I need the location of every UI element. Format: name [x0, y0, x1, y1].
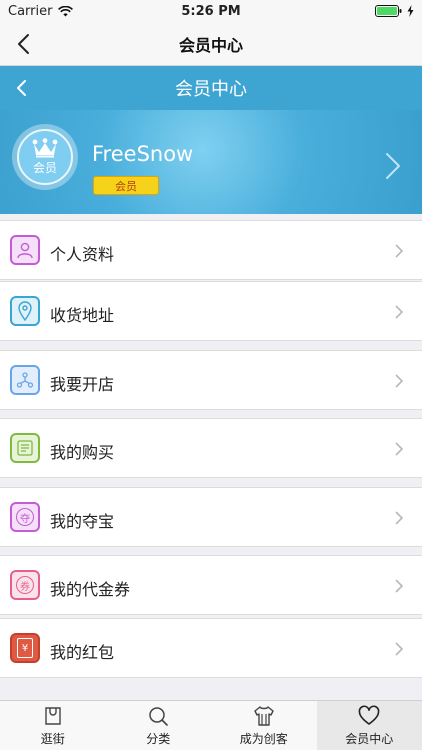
- menu-item-label: 我的红包: [50, 643, 115, 662]
- menu-item-purchases[interactable]: 我的购买: [0, 418, 422, 478]
- tab-bar: 逛街 分类 成为创客 会员中心: [0, 700, 422, 750]
- tab-label: 会员中心: [345, 731, 394, 746]
- tab-maker[interactable]: 成为创客: [211, 701, 317, 750]
- menu-item-red-envelope[interactable]: ¥ 我的红包: [0, 618, 422, 678]
- menu-item-profile[interactable]: 个人资料: [0, 220, 422, 280]
- web-header-title: 会员中心: [175, 79, 247, 100]
- menu-item-address[interactable]: 收货地址: [0, 281, 422, 341]
- menu-item-label: 我的代金券: [50, 580, 131, 599]
- chevron-right-icon: [395, 244, 404, 258]
- chevron-right-icon: [395, 442, 404, 456]
- username: FreeSnow: [92, 142, 194, 166]
- avatar-ring: 会员: [12, 124, 78, 190]
- chevron-right-icon[interactable]: [384, 152, 402, 180]
- tab-category[interactable]: 分类: [106, 701, 212, 750]
- purchase-list-icon: [10, 433, 40, 463]
- nav-title: 会员中心: [178, 35, 243, 55]
- member-badge: 会员: [93, 176, 159, 195]
- tab-label: 逛街: [40, 731, 65, 746]
- treasure-glyph: 夺: [16, 508, 34, 526]
- shirt-icon: [254, 705, 274, 726]
- menu-item-open-store[interactable]: 我要开店: [0, 350, 422, 410]
- menu-item-label: 我要开店: [50, 375, 115, 394]
- heart-icon: [358, 704, 380, 725]
- tab-label: 成为创客: [239, 731, 288, 746]
- menu-item-label: 收货地址: [50, 306, 115, 325]
- status-bar: Carrier 5:26 PM: [0, 0, 422, 22]
- chevron-right-icon: [395, 374, 404, 388]
- profile-banner[interactable]: 会员 FreeSnow 会员: [0, 110, 422, 214]
- bag-icon: [45, 706, 61, 725]
- web-back-icon[interactable]: [12, 78, 32, 98]
- chevron-right-icon: [395, 579, 404, 593]
- menu-item-treasure[interactable]: 夺 我的夺宝: [0, 487, 422, 547]
- red-envelope-glyph: ¥: [17, 638, 33, 658]
- crown-icon: [32, 138, 58, 158]
- chevron-right-icon: [395, 305, 404, 319]
- voucher-icon: 券: [10, 570, 40, 600]
- voucher-glyph: 券: [16, 576, 34, 594]
- status-time: 5:26 PM: [181, 3, 241, 19]
- menu-item-label: 我的夺宝: [50, 512, 115, 531]
- nav-bar: 会员中心: [0, 22, 422, 66]
- search-icon: [149, 706, 169, 726]
- menu-item-label: 我的购买: [50, 443, 115, 462]
- tab-member-center[interactable]: 会员中心: [316, 701, 422, 750]
- back-chevron-icon[interactable]: [12, 32, 36, 56]
- chevron-right-icon: [395, 511, 404, 525]
- menu-item-label: 个人资料: [50, 245, 115, 264]
- tab-label: 分类: [146, 731, 171, 746]
- person-icon: [10, 235, 40, 265]
- menu-item-voucher[interactable]: 券 我的代金券: [0, 555, 422, 615]
- web-header: 会员中心: [0, 66, 422, 110]
- chevron-right-icon: [395, 642, 404, 656]
- red-envelope-icon: ¥: [10, 633, 40, 663]
- location-pin-icon: [10, 296, 40, 326]
- tab-browse[interactable]: 逛街: [0, 701, 106, 750]
- avatar-label: 会员: [32, 161, 57, 175]
- avatar[interactable]: 会员: [17, 129, 73, 185]
- treasure-icon: 夺: [10, 502, 40, 532]
- store-network-icon: [10, 365, 40, 395]
